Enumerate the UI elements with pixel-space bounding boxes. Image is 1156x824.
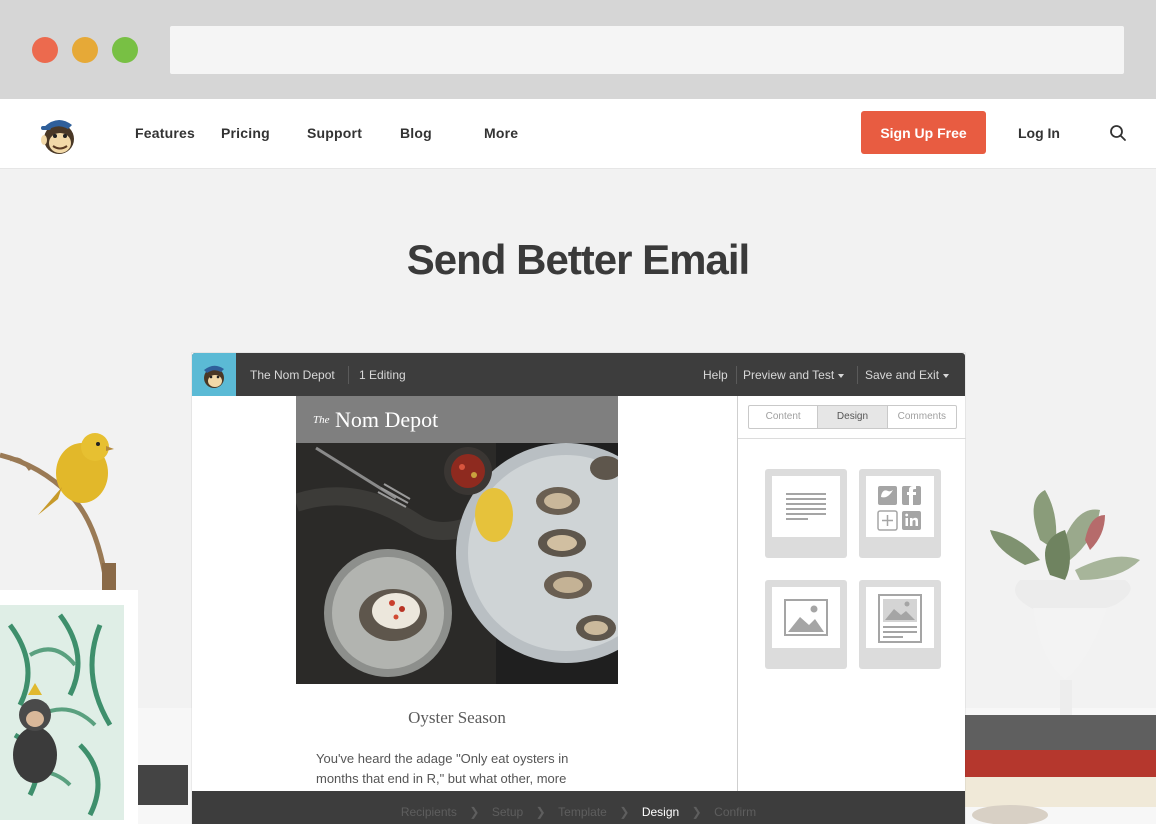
search-icon[interactable] [1108,123,1128,143]
block-preview [866,587,934,648]
email-heading[interactable]: Oyster Season [296,708,618,728]
site-nav: Features Pricing Support Blog More Sign … [0,99,1156,169]
text-block[interactable] [765,469,847,558]
panel-divider [738,438,966,439]
nav-link-blog[interactable]: Blog [400,125,432,141]
editor-toolbar: The Nom Depot 1 Editing Help Preview and… [192,353,965,396]
freddie-avatar-icon [204,365,224,388]
chevron-right-icon: ❯ [469,805,480,819]
browser-window: Features Pricing Support Blog More Sign … [0,0,1156,824]
tab-design[interactable]: Design [818,406,888,428]
chevron-down-icon [838,373,845,378]
list-name-label: The Nom Depot [250,368,335,382]
toolbar-divider [736,366,737,384]
toolbar-divider [348,366,349,384]
save-and-exit-menu[interactable]: Save and Exit [865,368,950,382]
step-recipients[interactable]: Recipients [401,791,457,824]
tab-comments[interactable]: Comments [888,406,956,428]
campaign-steps-bar: Recipients ❯ Setup ❯ Template ❯ Design ❯… [192,791,965,824]
minimize-window-button[interactable] [72,37,98,63]
chevron-right-icon: ❯ [619,805,630,819]
avatar[interactable] [192,353,236,396]
block-preview [772,476,840,537]
nav-link-features[interactable]: Features [135,125,195,141]
chevron-right-icon: ❯ [535,805,546,819]
page-title: Send Better Email [406,236,750,283]
image-block[interactable] [765,580,847,669]
freddie-logo-icon[interactable] [38,112,80,156]
block-preview [866,476,934,537]
design-panel: Content Design Comments [737,396,966,791]
preview-and-test-label: Preview and Test [743,368,835,382]
step-template[interactable]: Template [558,791,607,824]
email-body-text[interactable]: You've heard the adage "Only eat oysters… [316,749,606,789]
help-link[interactable]: Help [703,368,728,382]
editing-count-label: 1 Editing [359,368,406,382]
chevron-right-icon: ❯ [691,805,702,819]
bird-and-frame-illustration [0,433,188,824]
log-in-link[interactable]: Log In [1018,125,1060,141]
preview-and-test-menu[interactable]: Preview and Test [743,368,845,382]
text-block-icon [786,493,826,520]
nav-link-support[interactable]: Support [307,125,362,141]
step-setup[interactable]: Setup [492,791,523,824]
email-header[interactable]: The Nom Depot [296,396,618,443]
email-body-line: You've heard the adage "Only eat oysters… [316,751,569,766]
email-preview-canvas: The Nom Depot Oyster Season You've heard… [192,396,737,791]
social-block[interactable] [859,469,941,558]
nav-link-pricing[interactable]: Pricing [221,125,270,141]
chevron-down-icon [943,373,950,378]
maximize-window-button[interactable] [112,37,138,63]
image-card-block-icon [878,594,922,643]
succulent-and-books-illustration [965,490,1156,824]
toolbar-divider [857,366,858,384]
step-design[interactable]: Design [642,791,679,824]
panel-tabs: Content Design Comments [748,405,957,429]
oyster-photo-image[interactable] [296,443,618,684]
browser-chrome [0,0,1156,99]
email-brand-prefix: The [313,414,330,426]
image-card-block[interactable] [859,580,941,669]
campaign-editor-mock: The Nom Depot 1 Editing Help Preview and… [192,353,966,824]
image-block-icon [784,599,828,636]
address-bar[interactable] [170,26,1124,74]
nav-link-more[interactable]: More [484,125,518,141]
step-confirm[interactable]: Confirm [714,791,756,824]
close-window-button[interactable] [32,37,58,63]
social-block-icon [877,486,921,531]
email-brand-name: Nom Depot [335,407,439,432]
save-and-exit-label: Save and Exit [865,368,940,382]
sign-up-button[interactable]: Sign Up Free [861,111,986,154]
tab-content[interactable]: Content [749,406,819,428]
email-body-line: months that end in R," but what other, m… [316,771,567,786]
block-preview [772,587,840,648]
